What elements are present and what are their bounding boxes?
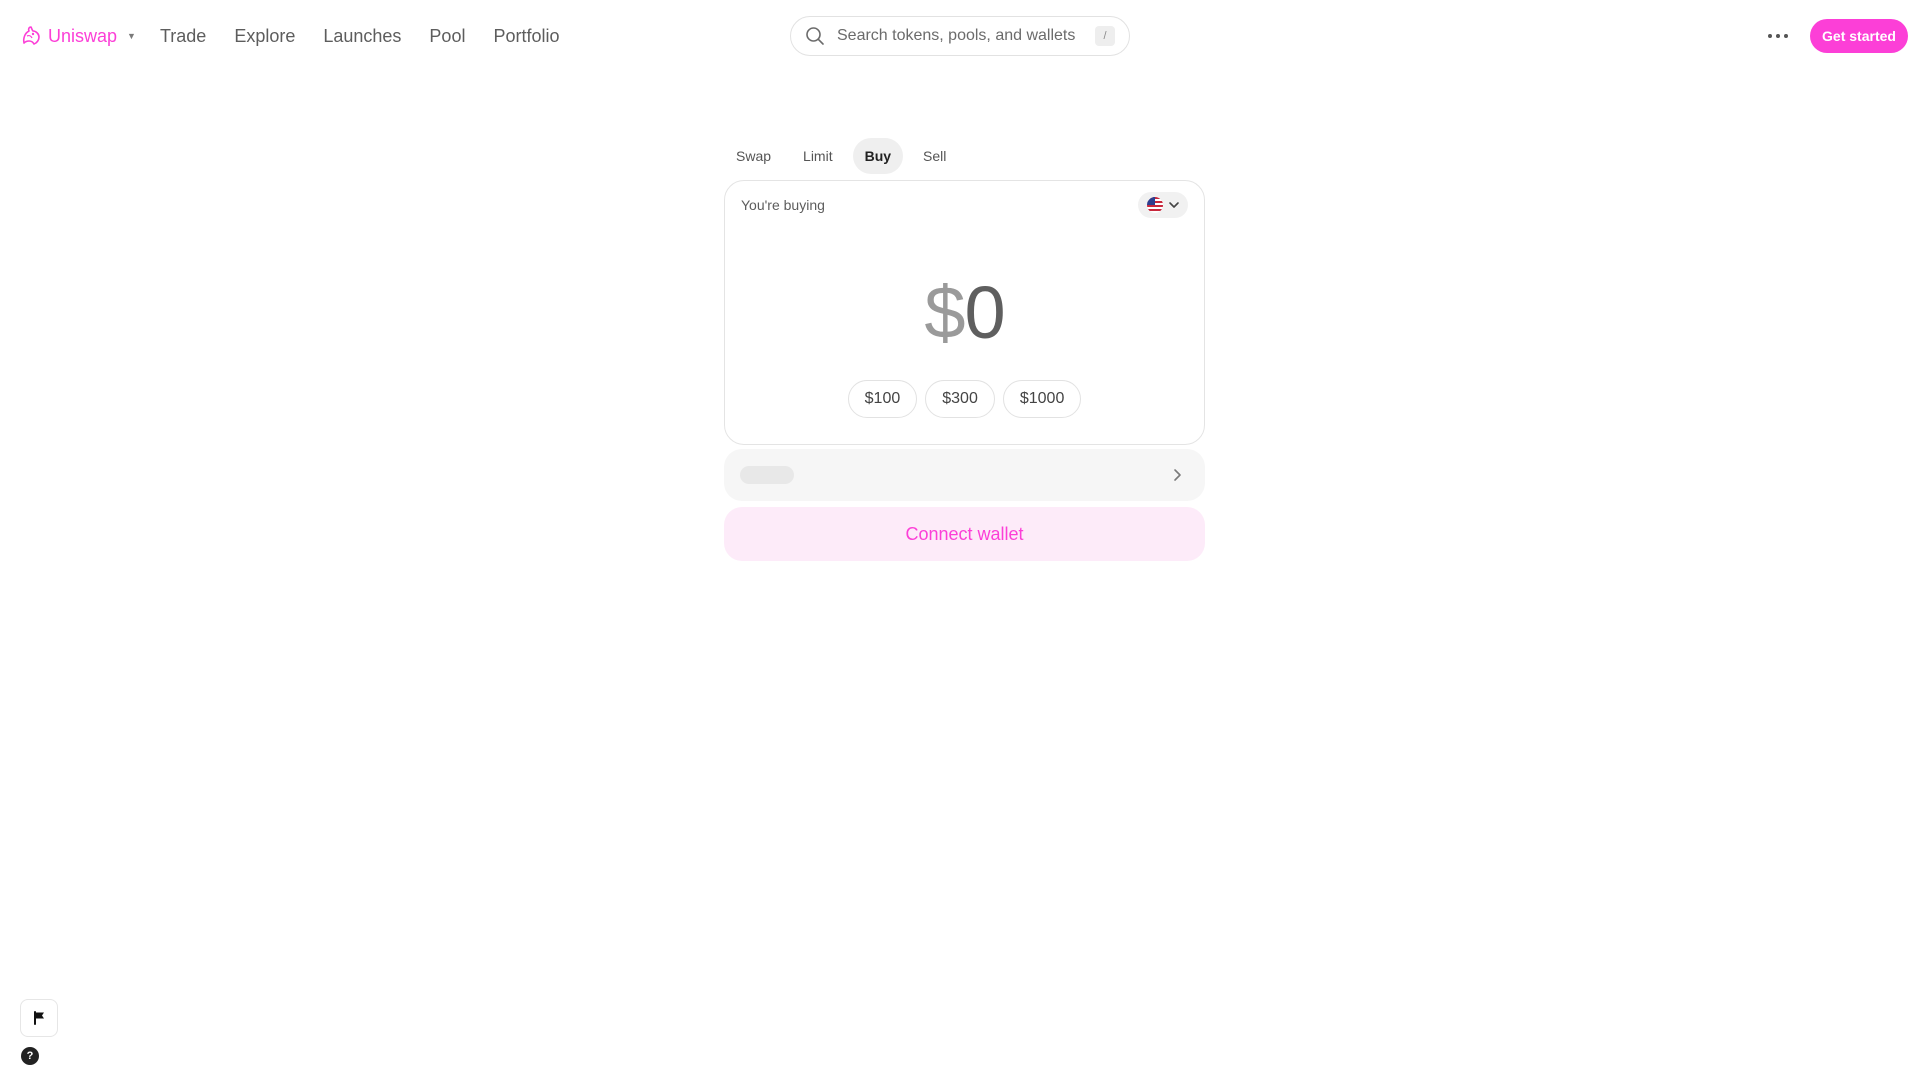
more-horizontal-icon bbox=[1768, 34, 1772, 38]
preset-amounts: $100 $300 $1000 bbox=[725, 380, 1204, 418]
token-select-row[interactable] bbox=[724, 449, 1205, 501]
search-bar[interactable]: / bbox=[790, 16, 1130, 56]
search-input[interactable] bbox=[837, 27, 1095, 45]
chevron-right-icon bbox=[1171, 467, 1185, 483]
more-horizontal-icon bbox=[1784, 34, 1788, 38]
nav-links: Trade Explore Launches Pool Portfolio bbox=[160, 26, 560, 47]
tab-swap[interactable]: Swap bbox=[724, 138, 783, 174]
feature-flags-button[interactable] bbox=[20, 999, 58, 1037]
buy-card: You're buying $0 $100 $300 $1000 bbox=[724, 180, 1205, 445]
preset-1000-button[interactable]: $1000 bbox=[1002, 380, 1082, 418]
brand-menu[interactable]: Uniswap ▼ bbox=[20, 25, 136, 47]
search-icon bbox=[805, 26, 825, 46]
preset-300-button[interactable]: $300 bbox=[925, 380, 995, 418]
nav-link-launches[interactable]: Launches bbox=[323, 26, 401, 47]
country-selector[interactable] bbox=[1138, 192, 1188, 218]
nav-link-explore[interactable]: Explore bbox=[234, 26, 295, 47]
nav-link-trade[interactable]: Trade bbox=[160, 26, 206, 47]
top-nav: Uniswap ▼ Trade Explore Launches Pool Po… bbox=[0, 0, 1920, 72]
help-icon: ? bbox=[26, 1050, 34, 1062]
page: Uniswap ▼ Trade Explore Launches Pool Po… bbox=[0, 0, 1920, 1080]
flag-icon bbox=[33, 1011, 45, 1025]
currency-symbol: $ bbox=[924, 271, 965, 354]
preset-100-button[interactable]: $100 bbox=[847, 380, 918, 418]
search-shortcut-key: / bbox=[1095, 26, 1115, 46]
connect-wallet-button[interactable]: Connect wallet bbox=[724, 507, 1205, 561]
brand-name: Uniswap bbox=[48, 25, 118, 46]
trade-tabs: Swap Limit Buy Sell bbox=[724, 138, 958, 174]
more-horizontal-icon bbox=[1776, 34, 1780, 38]
buying-label: You're buying bbox=[741, 197, 825, 213]
loading-skeleton bbox=[740, 466, 794, 484]
caret-down-icon: ▼ bbox=[127, 31, 136, 41]
unicorn-logo-icon bbox=[20, 25, 42, 47]
nav-link-pool[interactable]: Pool bbox=[429, 26, 465, 47]
chevron-down-icon bbox=[1168, 199, 1180, 211]
tab-sell[interactable]: Sell bbox=[911, 138, 958, 174]
tab-limit[interactable]: Limit bbox=[791, 138, 845, 174]
us-flag-icon bbox=[1146, 197, 1163, 213]
tab-buy[interactable]: Buy bbox=[852, 138, 904, 174]
help-button[interactable]: ? bbox=[21, 1047, 39, 1065]
get-started-button[interactable]: Get started bbox=[1810, 19, 1908, 53]
amount-value: 0 bbox=[964, 271, 1006, 354]
amount-display[interactable]: $0 bbox=[725, 273, 1204, 353]
nav-link-portfolio[interactable]: Portfolio bbox=[493, 26, 559, 47]
more-options-button[interactable] bbox=[1762, 24, 1794, 48]
